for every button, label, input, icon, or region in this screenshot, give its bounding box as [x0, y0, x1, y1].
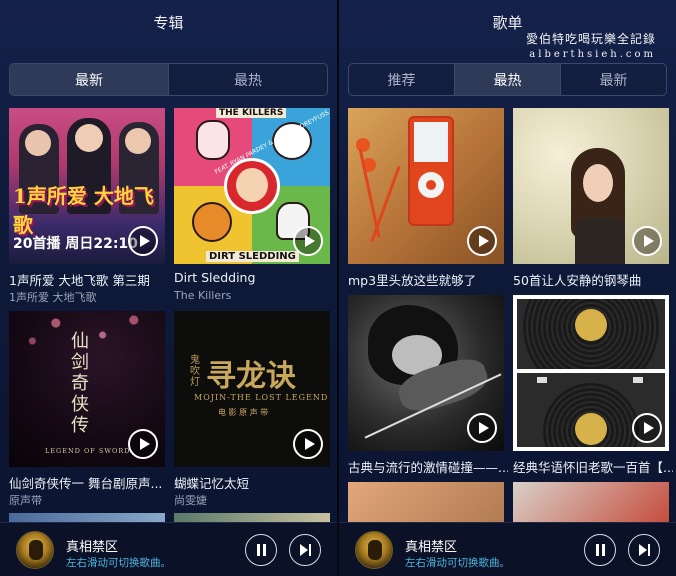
playlist-cover [513, 108, 669, 264]
play-icon[interactable] [467, 413, 497, 443]
album-card[interactable]: 仙剑奇侠传 LEGEND OF SWORD 仙剑奇侠传一 舞台剧原声... 原声… [9, 311, 165, 507]
cover-subtitle: MOJIN-THE LOST LEGEND [194, 393, 329, 402]
swipe-hint: 左右滑动可切换歌曲。 [66, 557, 171, 569]
album-cover: 鬼吹灯 寻龙诀 MOJIN-THE LOST LEGEND 电 影 原 声 带 [174, 311, 330, 467]
album-artist: The Killers [174, 289, 232, 302]
play-icon[interactable] [632, 413, 662, 443]
playlist-tabs: 推荐 最热 最新 [348, 63, 667, 96]
now-playing-title: 真相禁区 [405, 540, 458, 555]
cover-small-title: 鬼吹灯 [190, 355, 200, 388]
album-artist: 1声所爱 大地飞歌 [9, 291, 97, 304]
album-title: 仙剑奇侠传一 舞台剧原声... [9, 476, 163, 491]
playlist-cover-partial [513, 482, 669, 527]
play-icon[interactable] [467, 226, 497, 256]
cover-title: DIRT SLEDDING [206, 251, 299, 262]
next-button[interactable] [289, 534, 321, 566]
album-artist: 尚雯婕 [174, 494, 207, 507]
album-card[interactable]: 1声所爱 大地飞歌 20首播 周日22:10 1声所爱 大地飞歌 第三期 1声所… [9, 108, 165, 304]
now-playing-title: 真相禁区 [66, 540, 119, 555]
cover-banner: 20首播 周日22:10 [13, 236, 138, 252]
play-icon[interactable] [293, 226, 323, 256]
cover-band: THE KILLERS [216, 108, 287, 118]
album-panel: 专辑 最新 最热 1声所爱 大地飞歌 20首播 周日22:10 1声所爱 大地飞… [0, 0, 337, 576]
next-button[interactable] [628, 534, 660, 566]
playlist-cover-partial [348, 482, 504, 527]
album-card[interactable]: THE KILLERS FEAT. RYAN PARDEY & RICHARD … [174, 108, 330, 302]
now-playing-avatar[interactable] [355, 531, 393, 569]
watermark-url: alberthsieh.com [529, 49, 656, 60]
play-icon[interactable] [293, 429, 323, 459]
mini-player[interactable]: 真相禁区 左右滑动可切换歌曲。 [0, 522, 337, 576]
watermark-text: 愛伯特吃喝玩樂全記錄 [525, 32, 656, 46]
pause-button[interactable] [584, 534, 616, 566]
tab-hottest[interactable]: 最热 [455, 64, 561, 95]
playlist-cover [348, 108, 504, 264]
playlist-card[interactable]: 经典华语怀旧老歌一百首【... [513, 295, 673, 475]
album-cover: 1声所爱 大地飞歌 20首播 周日22:10 [9, 108, 165, 264]
watermark: 愛伯特吃喝玩樂全記錄 alberthsieh.com [526, 30, 656, 60]
pause-button[interactable] [245, 534, 277, 566]
tab-hottest[interactable]: 最热 [169, 64, 327, 95]
playlist-title: 古典与流行的激情碰撞——... [348, 460, 508, 475]
playlist-card[interactable]: 古典与流行的激情碰撞——... [348, 295, 508, 475]
album-cover: 仙剑奇侠传 LEGEND OF SWORD [9, 311, 165, 467]
playlist-panel: 歌单 愛伯特吃喝玩樂全記錄 alberthsieh.com 推荐 最热 最新 m… [339, 0, 676, 576]
now-playing-avatar[interactable] [16, 531, 54, 569]
tab-recommended[interactable]: 推荐 [349, 64, 455, 95]
mini-player[interactable]: 真相禁区 左右滑动可切换歌曲。 [339, 522, 676, 576]
playlist-card[interactable]: mp3里头放这些就够了 [348, 108, 504, 288]
album-title: 1声所爱 大地飞歌 第三期 [9, 273, 150, 288]
album-title: Dirt Sledding [174, 270, 256, 285]
play-icon[interactable] [128, 226, 158, 256]
playlist-title: 50首让人安静的钢琴曲 [513, 273, 642, 288]
play-icon[interactable] [632, 226, 662, 256]
playlist-title: 经典华语怀旧老歌一百首【... [513, 460, 673, 475]
tab-newest[interactable]: 最新 [561, 64, 666, 95]
cover-subtitle: LEGEND OF SWORD [45, 447, 131, 455]
album-cover: THE KILLERS FEAT. RYAN PARDEY & RICHARD … [174, 108, 330, 264]
playlist-card[interactable]: 50首让人安静的钢琴曲 [513, 108, 669, 288]
playlist-title: mp3里头放这些就够了 [348, 273, 477, 288]
cover-title: 仙剑奇侠传 [71, 331, 89, 436]
playlist-cover [513, 295, 669, 451]
play-icon[interactable] [128, 429, 158, 459]
page-title: 专辑 [153, 14, 184, 32]
cover-title: 寻龙诀 [206, 359, 296, 394]
album-card[interactable]: 鬼吹灯 寻龙诀 MOJIN-THE LOST LEGEND 电 影 原 声 带 … [174, 311, 330, 507]
swipe-hint: 左右滑动可切换歌曲。 [405, 557, 510, 569]
playlist-cover [348, 295, 504, 451]
cover-subtitle-cn: 电 影 原 声 带 [218, 408, 269, 417]
album-title: 蝴蝶记忆太短 [174, 476, 250, 491]
album-artist: 原声带 [9, 494, 42, 507]
tab-newest[interactable]: 最新 [10, 64, 169, 95]
album-tabs: 最新 最热 [9, 63, 328, 96]
